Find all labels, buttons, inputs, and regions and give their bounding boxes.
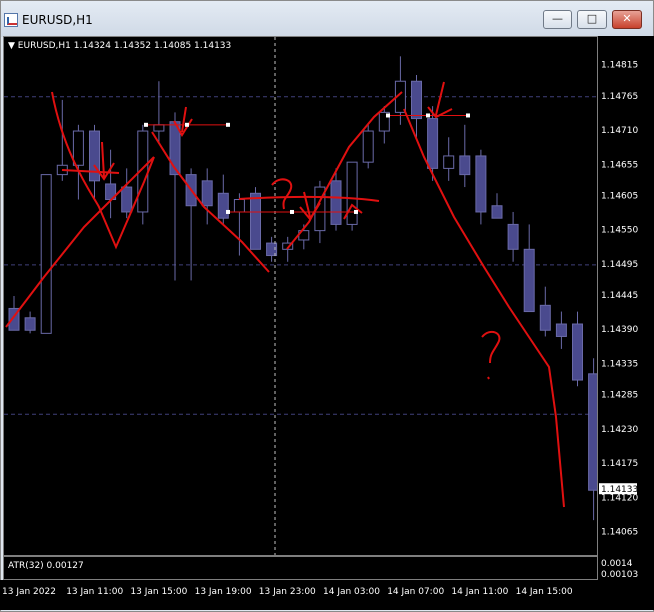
bear-candle (459, 155, 471, 176)
price-tick-label: 1.14550 (601, 226, 638, 236)
bear-candle (330, 180, 342, 225)
bear-candle (572, 323, 583, 381)
price-tick-label: 1.14390 (601, 325, 638, 335)
time-axis[interactable]: 13 Jan 2022 13 Jan 11:00 13 Jan 15:00 13 Ja… (0, 580, 654, 610)
maximize-button[interactable]: □ (577, 10, 607, 29)
atr-axis-top-label: 0.0014 (601, 559, 633, 569)
time-tick-label: 14 Jan 11:00 (451, 587, 508, 597)
bear-candle (427, 118, 439, 169)
bear-candle (411, 80, 422, 120)
annotation-stroke (5, 156, 155, 328)
price-scale: 1.14815 1.14765 1.14710 1.14655 1.14605 1.145… (599, 61, 638, 580)
price-tick-label: 1.14605 (601, 191, 638, 201)
time-tick-label: 13 Jan 23:00 (259, 587, 316, 597)
ohlc-values: 1.14324 1.14352 1.14085 1.14133 (73, 41, 232, 51)
chart-header: ▼ EURUSD,H1 1.14324 1.14352 1.14085 1.14… (8, 41, 231, 51)
trend-line-handle (290, 209, 294, 214)
question-mark-annotation (481, 330, 501, 380)
price-tick-label: 1.14445 (601, 291, 638, 301)
price-tick-label: 1.14335 (601, 359, 638, 369)
bull-candle (72, 130, 84, 166)
price-axis[interactable]: 1.14815 1.14765 1.14710 1.14655 1.14605 1.145… (598, 36, 654, 580)
chart-app-icon[interactable] (4, 13, 18, 27)
trend-line-handle (386, 113, 390, 118)
time-tick-label: 14 Jan 15:00 (516, 587, 573, 597)
bear-candle (250, 192, 261, 250)
trend-line-handle (466, 113, 470, 118)
time-tick-label: 13 Jan 11:00 (66, 587, 123, 597)
time-tick-label: 13 Jan 15:00 (130, 587, 187, 597)
bear-candle (89, 130, 100, 182)
symbol-label: EURUSD,H1 (17, 41, 71, 51)
candlestick-plot[interactable] (4, 37, 597, 555)
current-price-label: 1.14133 (601, 485, 638, 495)
close-button[interactable]: ✕ (612, 10, 642, 29)
atr-label: ATR(32) 0.00127 (8, 561, 84, 571)
trend-line-handle (185, 122, 189, 127)
price-tick-label: 1.14495 (601, 260, 638, 270)
price-tick-label: 1.14815 (601, 61, 638, 71)
annotation-arrow (427, 81, 453, 119)
bear-candle (217, 192, 229, 219)
bull-candle (346, 161, 358, 225)
bear-candle (201, 180, 213, 207)
trend-line-handle (226, 209, 230, 214)
trend-line-handle (226, 122, 230, 127)
trend-line-handle (354, 209, 358, 214)
price-tick-label: 1.14230 (601, 425, 638, 435)
price-tick-label: 1.14655 (601, 160, 638, 170)
price-tick-label: 1.14285 (601, 391, 638, 401)
bull-candle (443, 155, 455, 169)
title-bar[interactable]: EURUSD,H1 — □ ✕ (1, 1, 653, 37)
bear-candle (507, 223, 519, 250)
bear-candle (24, 317, 36, 331)
bull-candle (40, 174, 52, 334)
window-title: EURUSD,H1 (22, 13, 93, 27)
price-chart[interactable]: ▼ EURUSD,H1 1.14324 1.14352 1.14085 1.14… (3, 36, 598, 556)
bear-candle (539, 304, 551, 331)
price-tick-label: 1.14065 (601, 528, 638, 538)
bear-candle (555, 323, 567, 337)
time-tick-label: 14 Jan 03:00 (323, 587, 380, 597)
bear-candle (475, 155, 487, 213)
trend-line-handle (426, 113, 430, 118)
bull-candle (153, 124, 165, 132)
bear-candle (491, 205, 503, 219)
bull-candle (233, 199, 245, 213)
minimize-button[interactable]: — (543, 10, 572, 29)
bull-candle (362, 130, 374, 163)
bear-candle (523, 248, 535, 313)
time-tick-label: 14 Jan 07:00 (387, 587, 444, 597)
collapse-triangle-icon[interactable]: ▼ (8, 41, 18, 51)
price-tick-label: 1.14765 (601, 92, 638, 102)
bear-candle (588, 373, 597, 491)
atr-axis-bottom-label: 0.00103 (601, 570, 638, 580)
bear-candle (121, 186, 133, 213)
time-scale: 13 Jan 2022 13 Jan 11:00 13 Jan 15:00 13 Ja… (2, 587, 573, 597)
time-tick-label: 13 Jan 2022 (2, 587, 56, 597)
trend-line-handle (144, 122, 148, 127)
time-tick-label: 13 Jan 19:00 (195, 587, 252, 597)
price-tick-label: 1.14710 (601, 126, 638, 136)
atr-indicator-panel[interactable]: ATR(32) 0.00127 (3, 556, 598, 580)
price-tick-label: 1.14175 (601, 459, 638, 469)
